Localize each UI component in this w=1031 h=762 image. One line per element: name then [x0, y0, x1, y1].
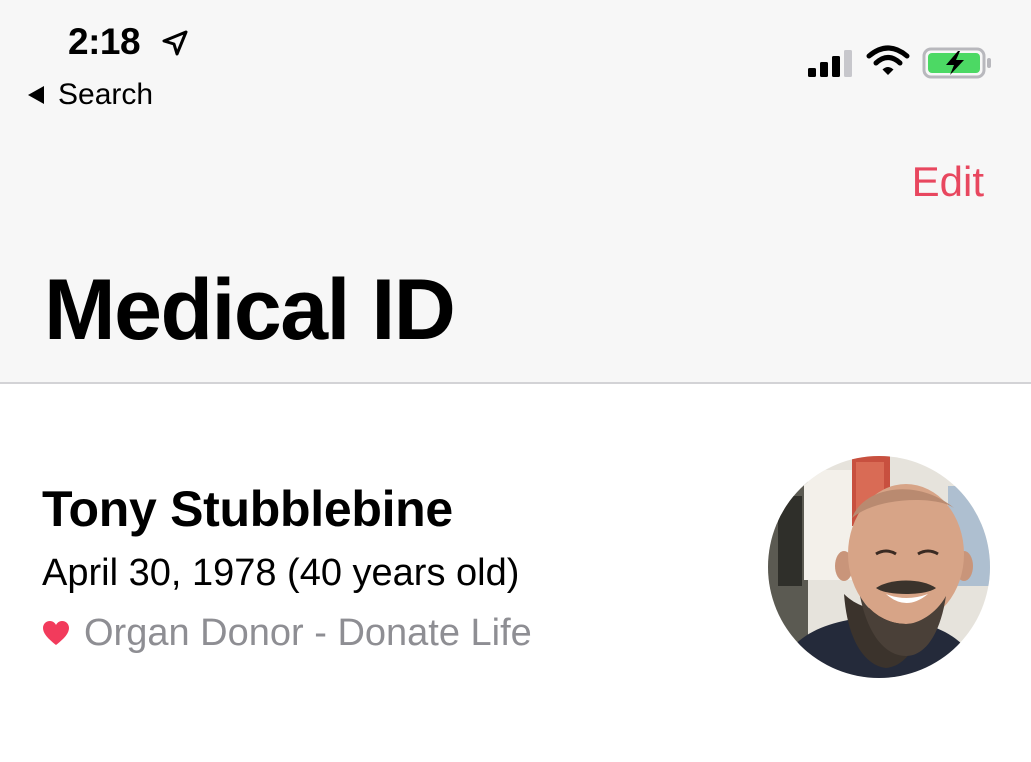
medical-id-screen: 2:18 Search Edit Medical ID Tony Stubble…: [0, 0, 1031, 762]
page-title: Medical ID: [44, 262, 456, 358]
back-arrow-icon: [28, 86, 44, 104]
header-area: 2:18 Search Edit Medical ID: [0, 0, 1031, 384]
cellular-signal-icon: [808, 50, 852, 77]
birth-date: April 30, 1978 (40 years old): [42, 552, 520, 594]
back-label: Search: [58, 78, 154, 111]
organ-donor-row: Organ Donor - Donate Life: [42, 608, 532, 658]
back-to-search-button[interactable]: Search: [26, 76, 153, 114]
edit-button[interactable]: Edit: [912, 156, 984, 208]
heart-icon: [43, 621, 69, 645]
avatar: [768, 456, 990, 678]
status-time: 2:18: [68, 21, 141, 62]
person-name: Tony Stubblebine: [42, 481, 453, 537]
wifi-icon: [866, 45, 910, 75]
location-arrow-icon: [162, 30, 188, 56]
avatar-photo: [768, 456, 990, 678]
battery-charging-icon: [922, 47, 991, 79]
organ-donor-label: Organ Donor - Donate Life: [84, 612, 532, 654]
